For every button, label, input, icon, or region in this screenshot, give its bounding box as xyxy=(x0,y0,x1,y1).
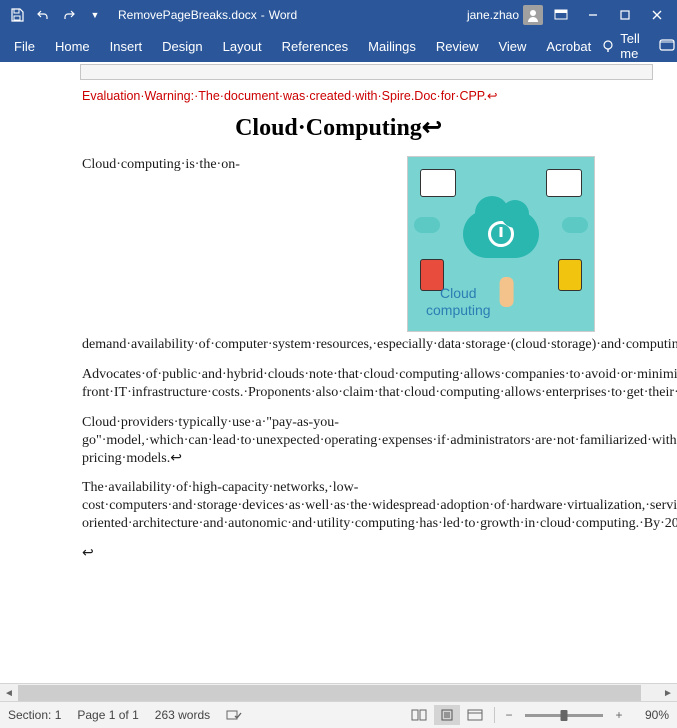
tab-view[interactable]: View xyxy=(488,30,536,62)
tell-me-label: Tell me xyxy=(620,31,649,61)
section-indicator[interactable]: Section: 1 xyxy=(8,708,61,722)
redo-button[interactable] xyxy=(58,4,80,26)
cloud-icon xyxy=(463,210,539,258)
paragraph: Advocates·of·public·and·hybrid·clouds·no… xyxy=(82,366,595,402)
device-icon xyxy=(420,169,456,197)
spell-check-button[interactable] xyxy=(226,708,242,722)
scroll-right-button[interactable]: ► xyxy=(659,685,677,701)
horizontal-ruler[interactable] xyxy=(80,64,653,80)
share-button[interactable] xyxy=(657,34,676,58)
zoom-slider-thumb[interactable] xyxy=(561,710,568,721)
document-name: RemovePageBreaks.docx xyxy=(118,8,257,22)
paragraph: Cloud·providers·typically·use·a·"pay-as-… xyxy=(82,414,595,468)
lightbulb-icon xyxy=(601,39,615,53)
image-caption: Cloudcomputing xyxy=(426,285,491,319)
ruler-area xyxy=(0,62,677,81)
view-controls: − + 90% xyxy=(406,705,669,725)
device-icon xyxy=(558,259,582,291)
ribbon-tabs: File Home Insert Design Layout Reference… xyxy=(0,30,677,62)
zoom-level[interactable]: 90% xyxy=(629,708,669,722)
title-bar: ▼ RemovePageBreaks.docx - Word jane.zhao xyxy=(0,0,677,30)
user-area: jane.zhao xyxy=(467,4,671,26)
cloud-icon xyxy=(414,217,440,233)
paragraph: The·availability·of·high-capacity·networ… xyxy=(82,479,595,533)
tab-references[interactable]: References xyxy=(272,30,358,62)
tab-design[interactable]: Design xyxy=(152,30,212,62)
word-count[interactable]: 263 words xyxy=(155,708,210,722)
print-layout-button[interactable] xyxy=(434,705,460,725)
tab-insert[interactable]: Insert xyxy=(100,30,153,62)
tell-me-search[interactable]: Tell me xyxy=(601,31,649,61)
cloud-icon xyxy=(562,217,588,233)
tab-mailings[interactable]: Mailings xyxy=(358,30,426,62)
title-separator: - xyxy=(261,8,265,22)
evaluation-warning-text: Evaluation·Warning:·The·document·was·cre… xyxy=(82,88,595,103)
minimize-button[interactable] xyxy=(579,4,607,26)
close-button[interactable] xyxy=(643,4,671,26)
app-name: Word xyxy=(269,8,297,22)
user-avatar-icon[interactable] xyxy=(523,5,543,25)
scroll-thumb[interactable] xyxy=(18,685,641,701)
web-layout-button[interactable] xyxy=(462,705,488,725)
quick-access-toolbar: ▼ xyxy=(6,4,106,26)
status-bar: Section: 1 Page 1 of 1 263 words − + 90% xyxy=(0,701,677,728)
maximize-button[interactable] xyxy=(611,4,639,26)
save-button[interactable] xyxy=(6,4,28,26)
undo-button[interactable] xyxy=(32,4,54,26)
qat-customize-button[interactable]: ▼ xyxy=(84,4,106,26)
tab-review[interactable]: Review xyxy=(426,30,489,62)
document-heading: Cloud·Computing↩ xyxy=(82,113,595,142)
empty-paragraph: ↩ xyxy=(82,545,595,563)
ribbon-display-options-button[interactable] xyxy=(547,4,575,26)
document-surface[interactable]: Evaluation·Warning:·The·document·was·cre… xyxy=(0,80,677,678)
zoom-out-button[interactable]: − xyxy=(501,708,517,722)
window-title: RemovePageBreaks.docx - Word xyxy=(118,8,297,22)
cloud-computing-image[interactable]: Cloudcomputing xyxy=(407,156,595,332)
page: Evaluation·Warning:·The·document·was·cre… xyxy=(0,88,677,563)
separator xyxy=(494,707,495,723)
scroll-left-button[interactable]: ◄ xyxy=(0,685,18,701)
device-icon xyxy=(546,169,582,197)
page-indicator[interactable]: Page 1 of 1 xyxy=(77,708,138,722)
hand-icon xyxy=(500,277,514,307)
read-mode-button[interactable] xyxy=(406,705,432,725)
tab-file[interactable]: File xyxy=(4,30,45,62)
user-name[interactable]: jane.zhao xyxy=(467,8,519,22)
horizontal-scrollbar[interactable]: ◄ ► xyxy=(0,683,677,702)
zoom-in-button[interactable]: + xyxy=(611,708,627,722)
power-icon xyxy=(488,221,514,247)
tab-home[interactable]: Home xyxy=(45,30,100,62)
tab-layout[interactable]: Layout xyxy=(213,30,272,62)
zoom-slider[interactable] xyxy=(525,714,603,717)
tab-acrobat[interactable]: Acrobat xyxy=(536,30,601,62)
scroll-track[interactable] xyxy=(18,685,659,701)
